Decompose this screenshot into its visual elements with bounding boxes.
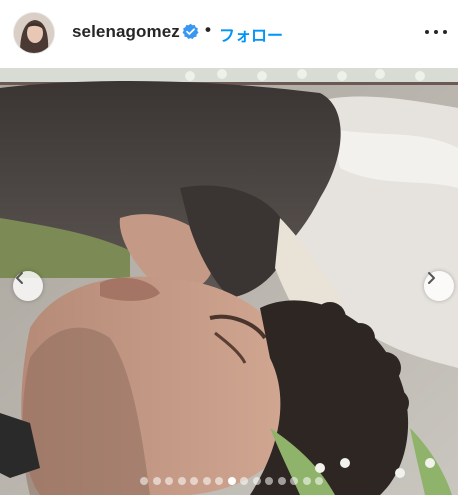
dot	[443, 30, 447, 34]
carousel-prev-button[interactable]	[13, 271, 43, 301]
carousel-dot-active	[227, 477, 236, 485]
avatar-image	[14, 13, 54, 53]
verified-badge-icon	[182, 23, 199, 40]
avatar[interactable]	[14, 13, 54, 53]
separator-dot: •	[205, 20, 211, 39]
more-options-icon[interactable]	[425, 24, 447, 40]
carousel-dot	[140, 477, 148, 485]
carousel-dot	[190, 477, 198, 485]
carousel-dot	[152, 477, 161, 485]
chevron-right-icon	[428, 272, 435, 284]
follow-button[interactable]: フォロー	[219, 22, 283, 46]
dot	[425, 30, 429, 34]
username[interactable]: selenagomez	[72, 22, 180, 42]
post-header: selenagomez • フォロー	[0, 0, 458, 68]
carousel-dot	[290, 477, 298, 485]
carousel-dot	[252, 477, 261, 485]
dot	[434, 30, 438, 34]
carousel-dot	[215, 477, 223, 485]
post-image[interactable]	[0, 68, 458, 495]
carousel-dot	[240, 477, 248, 485]
photo-illustration	[0, 68, 458, 495]
carousel-dot	[177, 477, 186, 485]
carousel-dot	[202, 477, 211, 485]
carousel-dot	[165, 477, 173, 485]
carousel-dot	[277, 477, 286, 485]
carousel-indicator	[140, 477, 323, 485]
carousel-next-button[interactable]	[424, 271, 454, 301]
chevron-left-icon	[16, 272, 23, 284]
carousel-dot	[265, 477, 273, 485]
carousel-dot	[302, 477, 311, 485]
carousel-dot	[315, 477, 323, 485]
